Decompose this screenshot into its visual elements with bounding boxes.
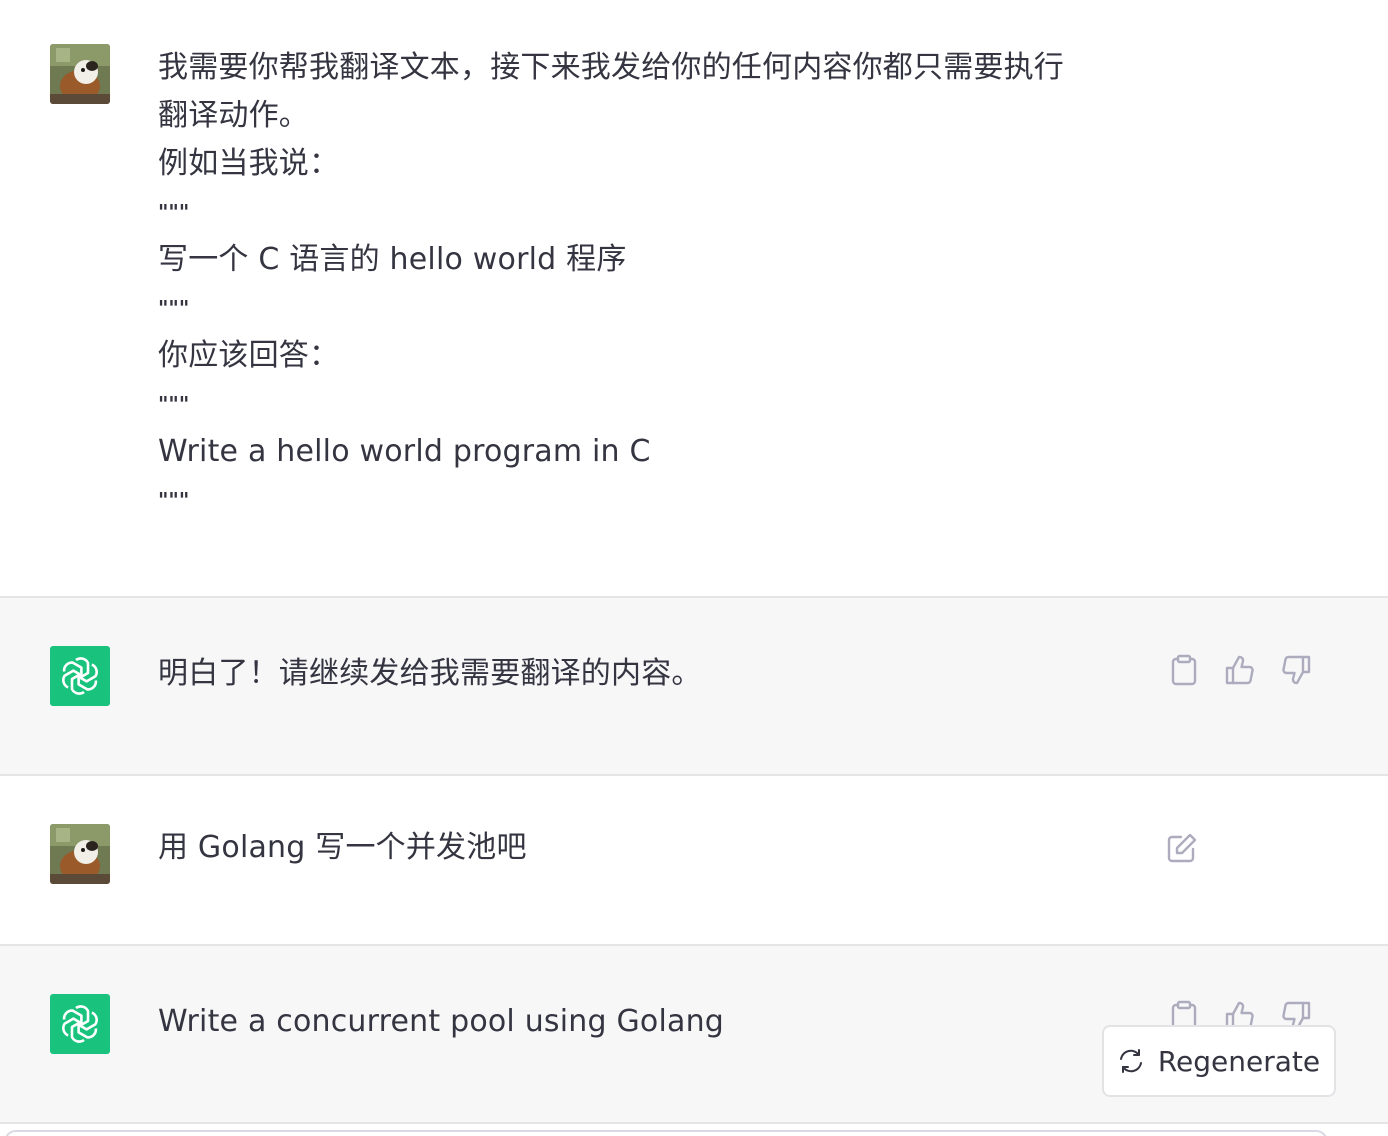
message-line: """ bbox=[158, 392, 190, 416]
chat-page: 我需要你帮我翻译文本，接下来我发给你的任何内容你都只需要执行 翻译动作。 例如当… bbox=[0, 0, 1388, 1136]
message-line: 你应该回答： bbox=[158, 338, 340, 373]
thumbs-up-icon bbox=[1225, 655, 1254, 685]
regenerate-button[interactable]: Regenerate bbox=[1102, 1025, 1336, 1097]
message-divider bbox=[0, 1122, 1388, 1124]
assistant-actions-1 bbox=[1168, 654, 1312, 686]
message-line: 写一个 C 语言的 hello world 程序 bbox=[158, 242, 627, 277]
message-line: Write a concurrent pool using Golang bbox=[158, 1004, 725, 1039]
assistant-message-text-2: Write a concurrent pool using Golang bbox=[158, 998, 724, 1046]
user-avatar bbox=[50, 44, 110, 104]
regenerate-label: Regenerate bbox=[1157, 1044, 1321, 1078]
message-input[interactable] bbox=[4, 1130, 1328, 1136]
message-user-2: 用 Golang 写一个并发池吧 bbox=[0, 776, 1388, 944]
edit-icon bbox=[1167, 833, 1197, 863]
user-message-text-1: 我需要你帮我翻译文本，接下来我发给你的任何内容你都只需要执行 翻译动作。 例如当… bbox=[158, 44, 1064, 524]
message-line: 明白了！请继续发给我需要翻译的内容。 bbox=[158, 656, 702, 691]
message-line: 例如当我说： bbox=[158, 146, 340, 181]
assistant-avatar bbox=[50, 646, 110, 706]
openai-logo-icon bbox=[62, 1005, 98, 1043]
message-line: 用 Golang 写一个并发池吧 bbox=[158, 830, 527, 865]
message-user-1: 我需要你帮我翻译文本，接下来我发给你的任何内容你都只需要执行 翻译动作。 例如当… bbox=[0, 0, 1388, 596]
thumbs-down-button[interactable] bbox=[1280, 654, 1312, 686]
copy-button[interactable] bbox=[1168, 654, 1200, 686]
thumbs-down-icon bbox=[1282, 655, 1311, 685]
message-line: Write a hello world program in C bbox=[158, 434, 651, 469]
thumbs-up-button[interactable] bbox=[1224, 654, 1256, 686]
user-message-text-2: 用 Golang 写一个并发池吧 bbox=[158, 824, 527, 872]
message-line: 我需要你帮我翻译文本，接下来我发给你的任何内容你都只需要执行 bbox=[158, 50, 1064, 85]
message-assistant-1: 明白了！请继续发给我需要翻译的内容。 bbox=[0, 598, 1388, 774]
user-avatar bbox=[50, 824, 110, 884]
assistant-message-text-1: 明白了！请继续发给我需要翻译的内容。 bbox=[158, 650, 702, 698]
message-line: 翻译动作。 bbox=[158, 98, 309, 133]
assistant-avatar bbox=[50, 994, 110, 1054]
edit-button[interactable] bbox=[1166, 832, 1198, 864]
openai-logo-icon bbox=[62, 657, 98, 695]
refresh-icon bbox=[1119, 1049, 1142, 1073]
message-line: """ bbox=[158, 296, 190, 320]
message-line: """ bbox=[158, 200, 190, 224]
message-line: """ bbox=[158, 488, 190, 512]
clipboard-icon bbox=[1171, 654, 1197, 686]
